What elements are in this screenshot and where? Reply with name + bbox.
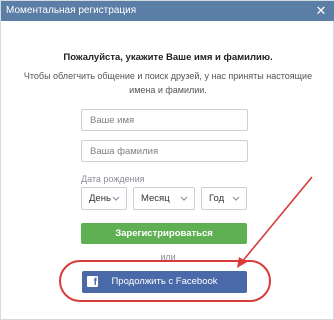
month-select-value: Месяц: [141, 193, 170, 204]
continue-with-facebook-button[interactable]: f Продолжить с Facebook: [82, 271, 247, 293]
first-name-input[interactable]: [81, 109, 248, 131]
dialog-titlebar: Моментальная регистрация ✕: [1, 1, 334, 21]
continue-with-facebook-label: Продолжить с Facebook: [111, 276, 218, 287]
year-select[interactable]: Год: [201, 187, 247, 210]
close-icon[interactable]: ✕: [313, 3, 329, 19]
form-hint-line-2: имена и фамилии.: [129, 85, 207, 95]
chevron-down-icon: [112, 188, 120, 217]
month-select[interactable]: Месяц: [133, 187, 195, 210]
form-hint-line-1: Чтобы облегчить общение и поиск друзей, …: [23, 71, 313, 81]
register-button[interactable]: Зарегистрироваться: [81, 223, 247, 244]
day-select[interactable]: День: [81, 187, 127, 210]
year-select-value: Год: [209, 193, 225, 204]
last-name-input[interactable]: [81, 140, 248, 162]
chevron-down-icon: [180, 188, 188, 217]
or-divider-label: или: [160, 252, 176, 262]
facebook-icon: f: [87, 276, 98, 287]
registration-dialog: Моментальная регистрация ✕ Пожалуйста, у…: [0, 0, 334, 320]
form-hint: Чтобы облегчить общение и поиск друзей, …: [21, 69, 315, 97]
birth-date-label: Дата рождения: [81, 174, 145, 184]
day-select-value: День: [89, 193, 111, 204]
dialog-title: Моментальная регистрация: [6, 5, 137, 16]
form-heading: Пожалуйста, укажите Ваше имя и фамилию.: [63, 52, 273, 63]
chevron-down-icon: [232, 188, 240, 217]
